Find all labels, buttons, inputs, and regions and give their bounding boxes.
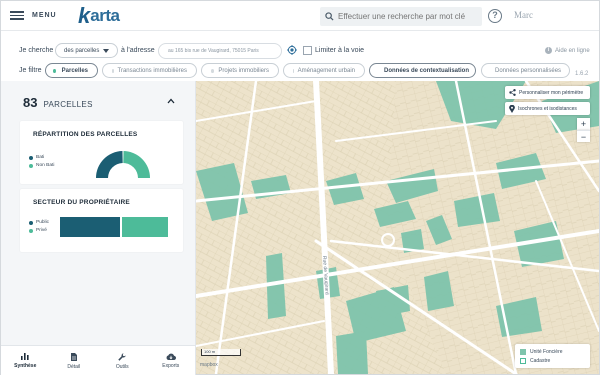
tab-synthese[interactable]: Synthèse [1, 346, 50, 375]
legend-unite-fonciere: Unité Foncière [520, 347, 590, 356]
menu-label[interactable]: MENU [32, 12, 57, 19]
secteur-bar [60, 217, 168, 237]
inactive-dot-icon [293, 68, 294, 73]
limiter-checkbox[interactable] [303, 46, 312, 55]
repartition-donut-chart [96, 151, 150, 178]
bar-segment-public [60, 217, 121, 237]
inactive-dot-icon [211, 68, 215, 73]
legend-cadastre: Cadastre [520, 356, 590, 365]
document-icon [70, 352, 77, 361]
search-input[interactable] [338, 12, 478, 21]
map-scale: 100 m [201, 349, 241, 356]
secteur-card: SECTEUR DU PROPRIÉTAIRE Public Privé [20, 189, 183, 252]
cloud-download-icon [166, 353, 176, 360]
karta-logo[interactable]: k arta [78, 4, 120, 28]
filter-amenagement[interactable]: Aménagement urbain [283, 63, 365, 78]
inactive-dot-icon [112, 68, 114, 73]
app-window: MENU karta ? Marc Je cherche des parcell… [0, 0, 600, 375]
legend-public: Public [29, 220, 49, 225]
donut-segment-non-bati [123, 151, 150, 178]
legend-bati: Bati [29, 155, 44, 160]
isochrones-button[interactable]: Isochrones et isodistances [505, 102, 590, 115]
repartition-title: RÉPARTITION DES PARCELLES [33, 131, 138, 138]
zoom-out-button[interactable]: − [577, 130, 590, 142]
filter-parcelles[interactable]: Parcelles [45, 63, 98, 78]
wrench-icon [118, 352, 126, 361]
bar-chart-icon [21, 353, 29, 360]
hamburger-menu-icon[interactable] [10, 11, 24, 20]
tab-outils[interactable]: Outils [98, 346, 147, 375]
limiter-label: Limiter à la voie [315, 47, 365, 54]
sidebar-tabs: Synthèse Détail Outils Exports [1, 345, 195, 375]
filter-projets[interactable]: Projets immobiliers [201, 63, 279, 78]
mapbox-attribution[interactable]: mapbox [200, 362, 218, 368]
sidebar: 83 PARCELLES RÉPARTITION DES PARCELLES B… [1, 81, 196, 375]
parcel-count: 83 PARCELLES [23, 95, 93, 110]
info-icon: i [545, 47, 552, 54]
filter-transactions[interactable]: Transactions immobilières [102, 63, 197, 78]
zoom-in-button[interactable]: + [577, 118, 590, 130]
legend-non-bati: Non Bati [29, 163, 54, 168]
bar-segment-prive [122, 217, 168, 237]
version-label: 1.6.2 [575, 71, 589, 77]
chevron-up-icon[interactable] [167, 97, 175, 105]
repartition-card: RÉPARTITION DES PARCELLES Bati Non Bati [20, 121, 183, 184]
search-bar[interactable] [320, 7, 482, 26]
locate-icon[interactable] [287, 45, 297, 55]
type-select[interactable]: des parcelles [55, 43, 119, 58]
help-icon[interactable]: ? [488, 9, 502, 23]
parcel-count-value: 83 [23, 95, 38, 110]
tab-detail[interactable]: Détail [50, 346, 99, 375]
aide-en-ligne-link[interactable]: i Aide en ligne [545, 47, 590, 54]
filter-personnalisees[interactable]: Données personnalisées [481, 63, 570, 78]
user-name[interactable]: Marc [514, 10, 533, 20]
active-dot-icon [53, 68, 56, 73]
a-adresse-label: à l'adresse [121, 47, 155, 54]
donut-segment-bati [96, 151, 123, 178]
address-input[interactable]: au 165 bis rue de Vaugirard, 75015 Paris [158, 43, 282, 59]
legend-prive: Privé [29, 228, 47, 233]
caret-down-icon [103, 48, 110, 53]
je-cherche-label: Je cherche [19, 47, 54, 54]
search-icon [325, 12, 334, 21]
share-icon [509, 89, 516, 96]
perimeter-button[interactable]: Personnaliser mon périmètre [505, 86, 590, 99]
parcel-count-label: PARCELLES [43, 100, 93, 109]
filter-contextualisation[interactable]: Données de contextualisation [369, 63, 476, 78]
je-filtre-label: Je filtre [19, 67, 42, 74]
cadastre-map[interactable]: Rue de Vaugirard [196, 81, 599, 374]
tab-exports[interactable]: Exports [147, 346, 196, 375]
map-pin-icon [509, 104, 515, 113]
map-legend: Unité Foncière Cadastre [515, 344, 590, 368]
map-canvas[interactable]: Rue de Vaugirard [196, 81, 599, 374]
secteur-title: SECTEUR DU PROPRIÉTAIRE [33, 199, 130, 206]
